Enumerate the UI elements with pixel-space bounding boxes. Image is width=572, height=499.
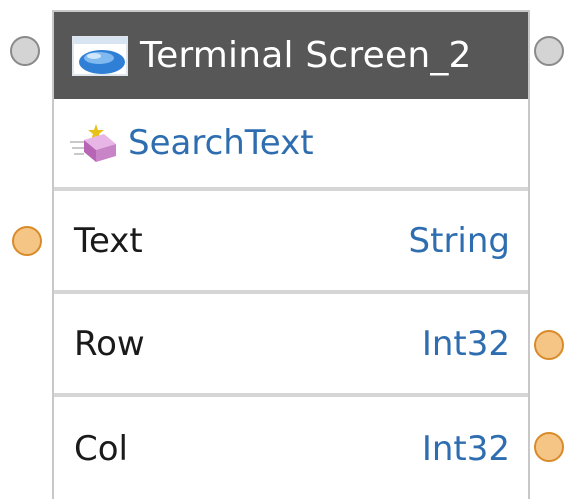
flow-in-port[interactable] — [10, 36, 40, 66]
canvas: Terminal Screen_2 SearchText Text String — [0, 0, 572, 499]
col-output-port[interactable] — [534, 432, 564, 462]
terminal-screen-icon — [72, 35, 128, 76]
node-header[interactable]: Terminal Screen_2 — [54, 12, 528, 99]
param-type: Int32 — [421, 323, 510, 364]
node-title: Terminal Screen_2 — [140, 35, 472, 76]
param-type: String — [408, 220, 510, 261]
search-text-method-icon — [68, 116, 118, 170]
param-name: Row — [74, 323, 145, 364]
flow-out-port[interactable] — [534, 36, 564, 66]
text-input-port[interactable] — [12, 226, 42, 256]
row-output-port[interactable] — [534, 330, 564, 360]
param-name: Col — [74, 428, 128, 469]
param-type: Int32 — [421, 428, 510, 469]
method-label: SearchText — [128, 123, 314, 163]
param-row-text[interactable]: Text String — [54, 191, 528, 294]
terminal-screen-node[interactable]: Terminal Screen_2 SearchText Text String — [52, 10, 530, 499]
param-name: Text — [74, 220, 143, 261]
method-row[interactable]: SearchText — [54, 99, 528, 191]
param-row-col[interactable]: Col Int32 — [54, 397, 528, 499]
param-row-row[interactable]: Row Int32 — [54, 294, 528, 397]
